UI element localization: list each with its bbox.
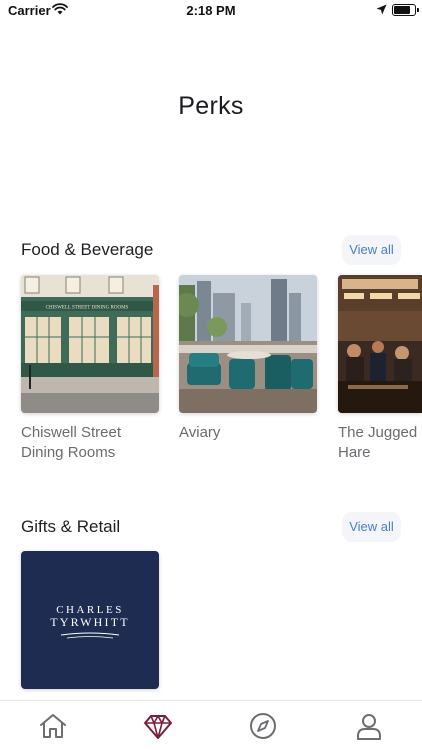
view-all-food-beverage-button[interactable]: View all xyxy=(342,235,401,265)
logo-line-2: TYRWHITT xyxy=(50,615,130,629)
page-title: Perks xyxy=(178,92,244,120)
tab-perks[interactable] xyxy=(143,711,173,741)
tab-bar xyxy=(0,700,422,750)
chiswell-street-photo: CHISWELL STREET DINING ROOMS xyxy=(21,275,159,413)
view-all-gifts-retail-button[interactable]: View all xyxy=(342,512,401,542)
clock: 2:18 PM xyxy=(186,3,236,18)
perk-card-label: Aviary xyxy=(179,424,221,441)
battery-icon xyxy=(392,4,419,16)
aviary-photo xyxy=(179,275,317,413)
home-icon xyxy=(40,714,66,738)
tab-profile[interactable] xyxy=(354,711,384,741)
compass-icon xyxy=(250,713,276,739)
perk-card-label: The Jugged Hare xyxy=(338,424,418,461)
charles-tyrwhitt-logo: CHARLES TYRWHITT xyxy=(21,551,159,689)
status-bar: Carrier 2:18 PM xyxy=(0,0,422,22)
tab-home[interactable] xyxy=(38,711,68,741)
perk-card-label: Chiswell Street Dining Rooms xyxy=(21,424,122,461)
section-title-food-beverage: Food & Beverage xyxy=(21,240,154,259)
location-arrow-icon xyxy=(376,4,387,15)
perks-screen: Carrier 2:18 PM Perks Food & Beverage Vi… xyxy=(0,0,422,750)
person-icon xyxy=(357,714,381,740)
diamond-icon xyxy=(144,715,172,739)
tab-explore[interactable] xyxy=(248,711,278,741)
jugged-hare-photo xyxy=(338,275,422,413)
section-title-gifts-retail: Gifts & Retail xyxy=(21,517,121,536)
battery-fill xyxy=(394,6,411,14)
chiswell-sign-text: CHISWELL STREET DINING ROOMS xyxy=(46,306,129,311)
